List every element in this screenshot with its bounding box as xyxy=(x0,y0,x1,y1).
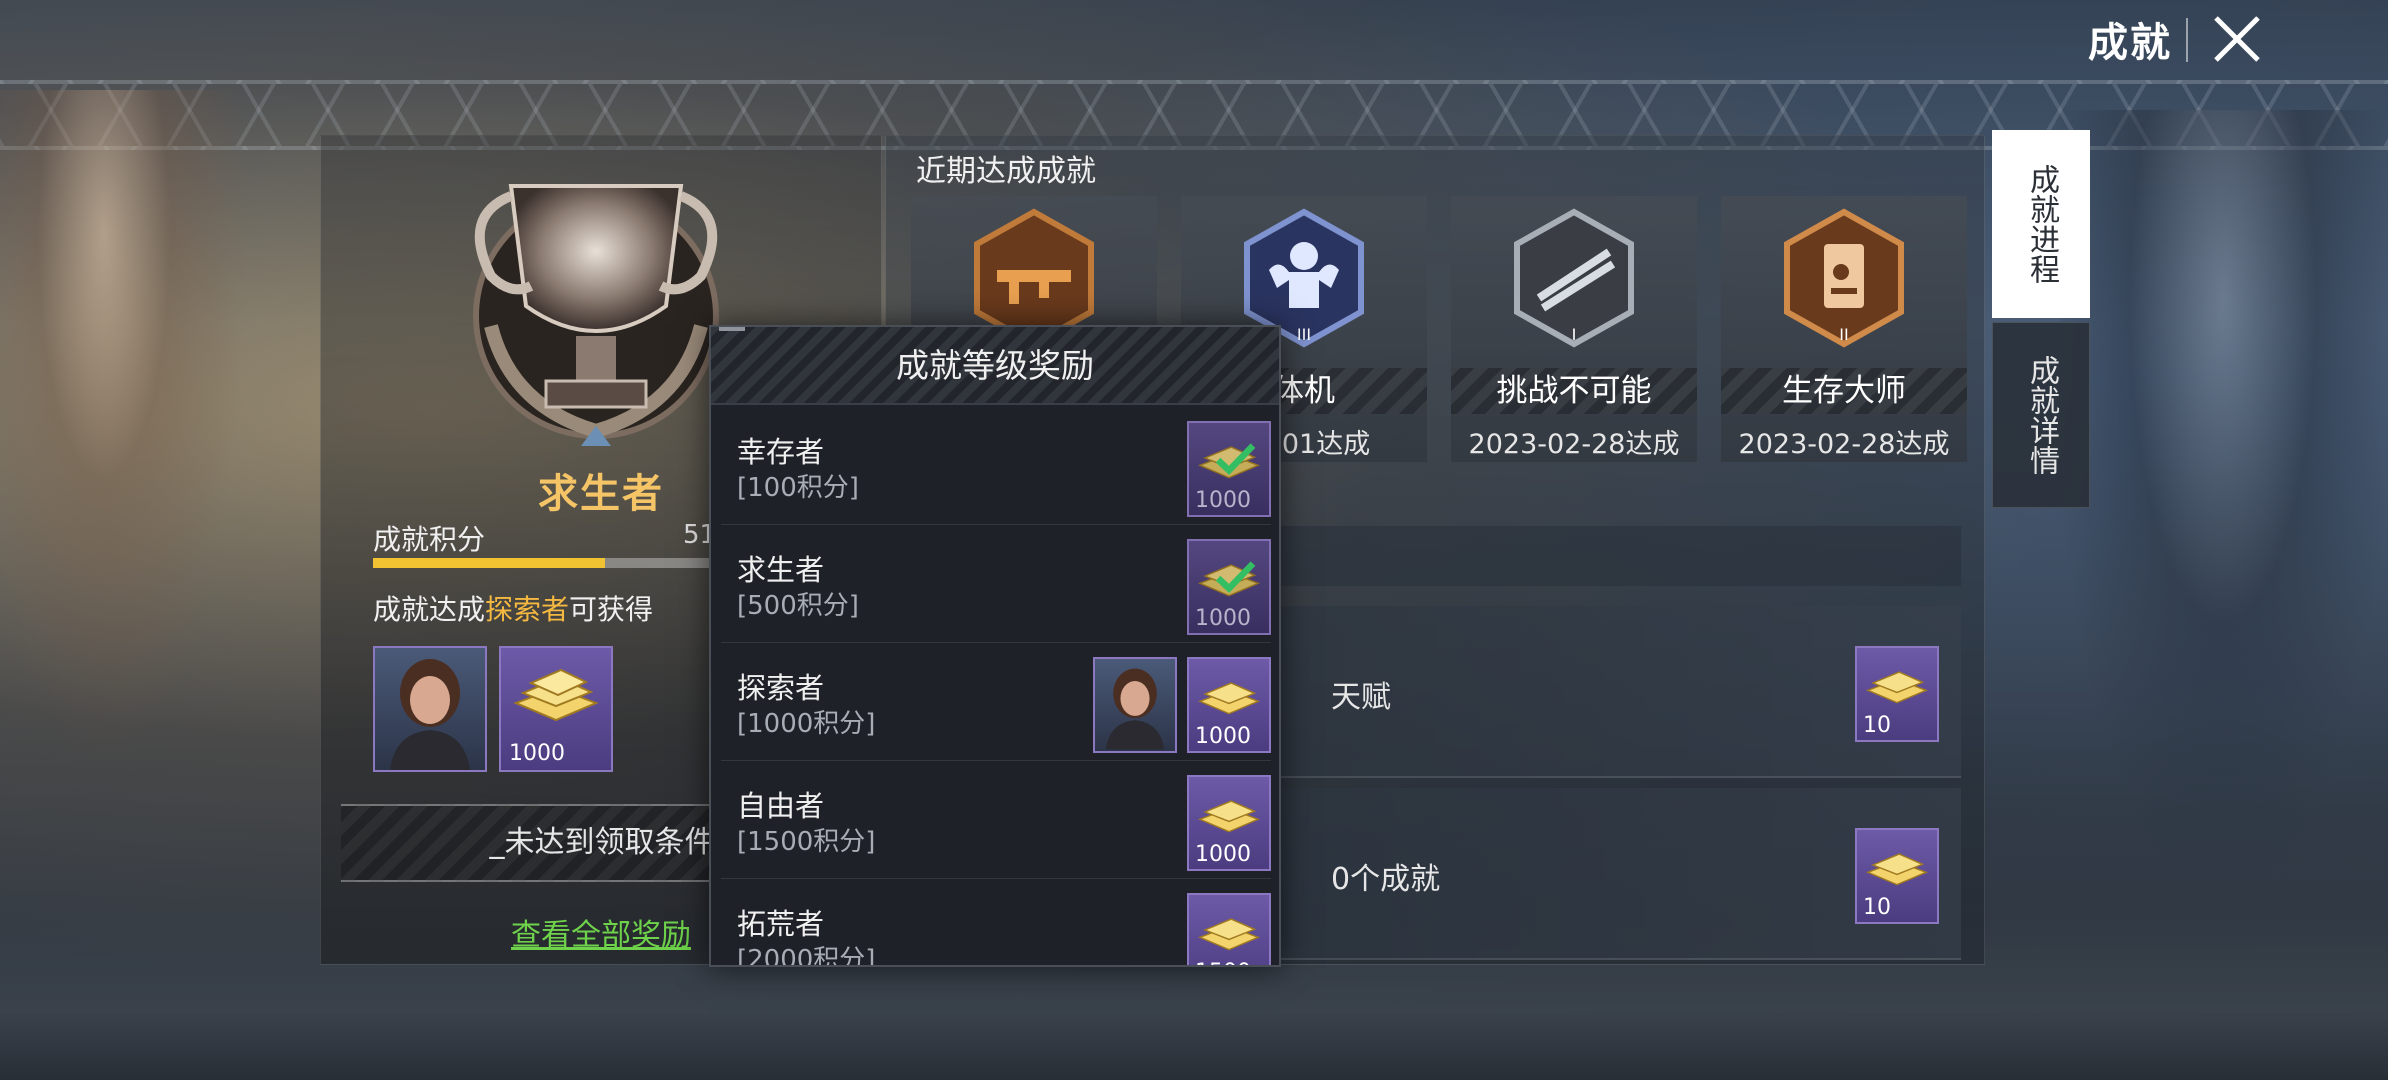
list-item-reward: 10 xyxy=(1855,646,1939,742)
tier-reward[interactable]: 1000 xyxy=(1187,775,1271,871)
reward-gold-bars[interactable]: 1000 xyxy=(499,646,613,772)
gold-bars-icon xyxy=(513,668,599,722)
achievement-date: 2023-02-28达成 xyxy=(1468,429,1680,460)
list-item-reward: 10 xyxy=(1855,828,1939,924)
background-character-right xyxy=(2058,110,2388,870)
character-portrait-icon xyxy=(390,659,470,770)
achievement-card[interactable]: II 生存大师 2023-02-28达成 xyxy=(1721,196,1967,462)
tier-points: [1000积分] xyxy=(737,709,876,739)
gold-bars-icon xyxy=(1197,682,1261,715)
trophy-icon xyxy=(473,184,719,446)
tier-row: 探索者 [1000积分] 1000 xyxy=(721,643,1271,761)
tier-reward[interactable]: 1000 xyxy=(1187,657,1271,753)
popup-notch xyxy=(719,327,745,331)
gold-bars-icon xyxy=(1197,918,1261,951)
score-label: 成就积分 xyxy=(373,523,486,556)
reward-count: 1000 xyxy=(509,741,565,766)
svg-text:II: II xyxy=(1839,325,1848,344)
tab-achievement-details[interactable]: 成就详情 xyxy=(1992,322,2090,508)
popup-title: 成就等级奖励 xyxy=(711,327,1279,405)
character-portrait-icon xyxy=(1105,668,1165,750)
gold-bars-icon xyxy=(1865,853,1929,886)
tier-points: [500积分] xyxy=(737,591,859,621)
close-icon xyxy=(2214,16,2260,62)
gold-bars-icon xyxy=(1197,561,1261,597)
reward-character-portrait[interactable] xyxy=(373,646,487,772)
tier-reward[interactable]: 1000 xyxy=(1187,539,1271,635)
tier-points: [100积分] xyxy=(737,473,859,503)
background-character-left xyxy=(0,90,260,810)
tier-reward-portrait[interactable] xyxy=(1093,657,1177,753)
tier-name: 自由者 xyxy=(737,789,825,823)
tier-row: 自由者 [1500积分] 1000 xyxy=(721,761,1271,879)
gold-bars-icon xyxy=(1865,671,1929,704)
device-badge-icon: II xyxy=(1784,208,1904,348)
svg-text:III: III xyxy=(1297,325,1311,344)
achievement-name: 生存大师 xyxy=(1721,368,1967,414)
list-item-text: 天赋 xyxy=(1331,680,1391,715)
tier-points: [2000积分] xyxy=(737,945,876,967)
guns-badge-icon: I xyxy=(1514,208,1634,348)
header-divider xyxy=(2186,18,2188,62)
svg-text:I: I xyxy=(1572,325,1577,344)
next-rank-text: 成就达成探索者可获得 xyxy=(373,593,654,626)
tier-points: [1500积分] xyxy=(737,827,876,857)
tab-achievement-progress[interactable]: 成就进程 xyxy=(1992,130,2090,318)
close-button[interactable] xyxy=(2210,12,2264,66)
tier-row: 幸存者 [100积分] 1000 xyxy=(721,407,1271,525)
achievement-date: 2023-02-28达成 xyxy=(1738,429,1950,460)
tier-reward[interactable]: 1000 xyxy=(1187,421,1271,517)
tier-name: 探索者 xyxy=(737,671,825,705)
tier-name: 拓荒者 xyxy=(737,907,825,941)
achievement-card[interactable]: I 挑战不可能 2023-02-28达成 xyxy=(1451,196,1697,462)
tier-reward[interactable]: 1500 xyxy=(1187,893,1271,965)
rank-rewards-popup[interactable]: 成就等级奖励 幸存者 [100积分] 1000 求生者 [500积分] 1000… xyxy=(709,325,1281,967)
gold-bars-icon xyxy=(1197,443,1261,479)
tier-row: 拓荒者 [2000积分] 1500 xyxy=(721,879,1271,967)
tier-row: 求生者 [500积分] 1000 xyxy=(721,525,1271,643)
score-progress-fill xyxy=(373,558,605,568)
tier-name: 幸存者 xyxy=(737,435,825,469)
achievement-name: 挑战不可能 xyxy=(1451,368,1697,414)
page-title: 成就 xyxy=(2088,20,2172,66)
gold-bars-icon xyxy=(1197,800,1261,833)
list-item-text: 0个成就 xyxy=(1331,862,1441,897)
tier-name: 求生者 xyxy=(737,553,825,587)
next-rank-name: 探索者 xyxy=(485,593,570,626)
recent-achievements-title: 近期达成成就 xyxy=(916,154,1096,189)
